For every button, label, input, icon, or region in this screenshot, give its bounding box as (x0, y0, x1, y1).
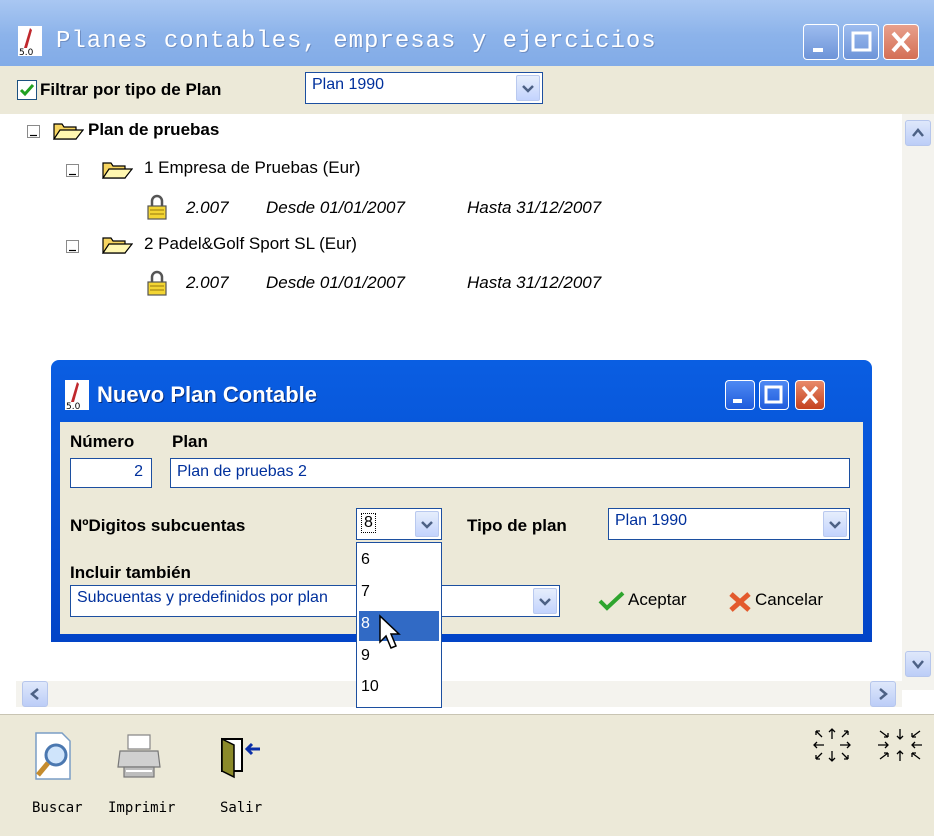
scroll-up-button[interactable] (905, 120, 931, 146)
printer-icon (117, 734, 161, 778)
expand-all-icon[interactable] (808, 725, 856, 765)
fiscal-year-2-from: Desde 01/01/2007 (266, 273, 405, 292)
tipo-plan-select[interactable]: Plan 1990 (608, 508, 850, 540)
checkmark-icon (598, 591, 625, 611)
tree-node-company-1[interactable]: 1 Empresa de Pruebas (Eur) (144, 158, 360, 178)
print-button[interactable]: Imprimir (100, 727, 180, 827)
plan-type-filter-select[interactable]: Plan 1990 (305, 72, 543, 104)
digitos-option[interactable]: 6 (359, 547, 439, 577)
dialog-minimize-button[interactable] (725, 380, 755, 410)
tree-node-plan[interactable]: Plan de pruebas (88, 120, 219, 140)
close-button[interactable] (883, 24, 919, 60)
dialog-close-button[interactable] (795, 380, 825, 410)
tree-expander[interactable] (27, 125, 40, 138)
numero-input[interactable]: 2 (70, 458, 152, 488)
scroll-right-button[interactable] (870, 681, 896, 707)
fiscal-year-2[interactable]: 2.007 (186, 273, 229, 293)
fiscal-year-1-to: Hasta 31/12/2007 (467, 198, 602, 217)
chevron-down-icon (522, 85, 534, 93)
digitos-value: 8 (361, 513, 376, 533)
incluir-label: Incluir también (70, 563, 191, 582)
numero-label: Número (70, 432, 135, 451)
digitos-option[interactable]: 10 (359, 674, 439, 704)
close-icon (801, 385, 819, 405)
maximize-button[interactable] (843, 24, 879, 60)
fiscal-year-1[interactable]: 2.007 (186, 198, 229, 218)
horizontal-scrollbar[interactable] (16, 681, 902, 707)
tree-expander[interactable] (66, 240, 79, 253)
maximize-icon (851, 31, 872, 52)
mouse-cursor-icon (379, 614, 401, 649)
search-icon (35, 732, 71, 780)
minimize-icon (813, 48, 823, 52)
plan-name-input[interactable]: Plan de pruebas 2 (170, 458, 850, 488)
open-folder-icon (101, 162, 133, 179)
tree-expander[interactable] (66, 164, 79, 177)
incluir-select[interactable]: Subcuentas y predefinidos por plan (70, 585, 560, 617)
bottom-toolbar: Buscar Imprimir Salir (0, 714, 934, 836)
exit-button[interactable]: Salir (206, 727, 266, 827)
maximize-icon (764, 385, 783, 404)
dialog-title: Nuevo Plan Contable (97, 382, 318, 407)
open-folder-icon (52, 123, 84, 140)
exit-label: Salir (220, 800, 263, 816)
cancel-label: Cancelar (755, 590, 824, 609)
search-label: Buscar (32, 800, 83, 816)
tipo-plan-value: Plan 1990 (615, 512, 688, 529)
dropdown-arrow-button[interactable] (533, 588, 557, 614)
digitos-select[interactable]: 8 (356, 508, 442, 540)
lock-icon (147, 194, 167, 220)
chevron-down-icon (829, 521, 841, 529)
digitos-label: NºDigitos subcuentas (70, 516, 246, 535)
filter-checkbox[interactable] (17, 80, 37, 100)
plan-label: Plan (172, 432, 208, 451)
fiscal-year-1-from: Desde 01/01/2007 (266, 198, 405, 217)
chevron-down-icon (912, 660, 924, 669)
lock-icon (147, 270, 167, 296)
tree-node-company-2[interactable]: 2 Padel&Golf Sport SL (Eur) (144, 234, 357, 254)
dialog-maximize-button[interactable] (759, 380, 789, 410)
fiscal-year-2-to: Hasta 31/12/2007 (467, 273, 602, 292)
plan-type-filter-value: Plan 1990 (312, 76, 385, 93)
svg-text:5.0: 5.0 (19, 48, 34, 56)
vertical-scrollbar[interactable] (902, 114, 934, 690)
chevron-down-icon (539, 598, 551, 606)
dropdown-arrow-button[interactable] (516, 75, 540, 101)
scroll-left-button[interactable] (22, 681, 48, 707)
print-label: Imprimir (108, 800, 176, 816)
chevron-up-icon (912, 128, 924, 137)
digitos-option[interactable]: 7 (359, 579, 439, 609)
chevron-right-icon (879, 688, 888, 700)
open-folder-icon (101, 237, 133, 254)
tipo-label: Tipo de plan (467, 516, 567, 535)
dropdown-arrow-button[interactable] (823, 511, 847, 537)
app-icon: 5.0 (18, 26, 42, 56)
dropdown-arrow-button[interactable] (415, 511, 439, 537)
minimize-icon (733, 399, 742, 403)
search-button[interactable]: Buscar (22, 727, 83, 827)
cancel-x-icon (729, 592, 751, 612)
chevron-down-icon (421, 521, 433, 529)
svg-text:5.0: 5.0 (66, 402, 81, 410)
app-icon: 5.0 (65, 380, 89, 410)
exit-door-icon (221, 737, 260, 779)
main-window-title: Planes contables, empresas y ejercicios (56, 28, 657, 55)
collapse-all-icon[interactable] (872, 725, 928, 765)
close-icon (891, 31, 911, 53)
filter-label: Filtrar por tipo de Plan (40, 80, 222, 99)
scroll-down-button[interactable] (905, 651, 931, 677)
check-icon (19, 84, 35, 97)
chevron-left-icon (30, 688, 39, 700)
incluir-value: Subcuentas y predefinidos por plan (77, 589, 328, 606)
minimize-button[interactable] (803, 24, 839, 60)
accept-label: Aceptar (628, 590, 687, 609)
